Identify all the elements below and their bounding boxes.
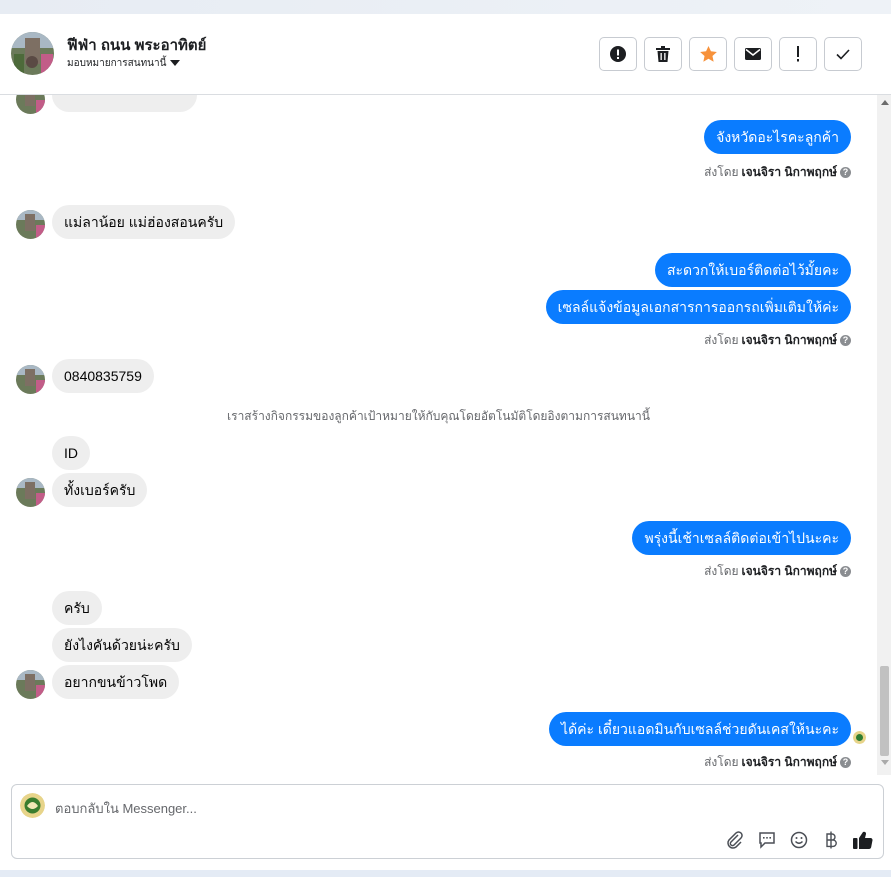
message-outgoing: เซลล์แจ้งข้อมูลเอกสารการออกรถเพิ่มเติมให… <box>545 290 851 324</box>
page-avatar <box>20 793 45 818</box>
top-strip <box>0 0 891 14</box>
sent-by-prefix: ส่งโดย <box>704 755 739 769</box>
sent-by-agent: เจนจิรา นิกาพฤกษ์ <box>741 755 837 769</box>
contact-avatar-small <box>16 478 45 507</box>
info-icon[interactable]: ? <box>840 757 851 768</box>
follow-up-button[interactable] <box>779 37 817 71</box>
payment-button[interactable] <box>821 830 841 850</box>
sent-by-prefix: ส่งโดย <box>704 333 739 347</box>
message-list[interactable]: จังหวัดอะไรคะลูกค้า ส่งโดย เจนจิรา นิกาพ… <box>0 95 877 775</box>
emoji-icon <box>790 831 808 849</box>
thumbs-up-icon <box>853 831 873 849</box>
contact-avatar-small <box>16 210 45 239</box>
contact-avatar-small <box>16 365 45 394</box>
message-incoming: ID <box>52 436 90 470</box>
conversation-toolbar <box>599 37 862 71</box>
paperclip-icon <box>727 831 743 849</box>
message-incoming: ครับ <box>52 591 102 625</box>
scroll-up-arrow-icon[interactable] <box>881 100 889 105</box>
message-incoming: 0840835759 <box>52 359 154 393</box>
sent-by-prefix: ส่งโดย <box>704 564 739 578</box>
report-button[interactable] <box>599 37 637 71</box>
chat-template-icon <box>759 832 775 849</box>
system-note: เราสร้างกิจกรรมของลูกค้าเป้าหมายให้กับคุ… <box>227 409 650 423</box>
sent-by-label: ส่งโดย เจนจิรา นิกาพฤกษ์ ? <box>704 163 851 182</box>
contact-name: ฟีฟ่า ถนน พระอาทิตย์ <box>67 37 207 54</box>
mark-unread-button[interactable] <box>734 37 772 71</box>
message-incoming: ยังไงคันด้วยน่ะครับ <box>52 628 192 662</box>
assign-conversation-label: มอบหมายการสนทนานี้ <box>67 58 167 69</box>
sent-by-agent: เจนจิรา นิกาพฤกษ์ <box>741 165 837 179</box>
trash-icon <box>656 46 670 62</box>
sent-by-label: ส่งโดย เจนจิรา นิกาพฤกษ์ ? <box>704 753 851 772</box>
message-outgoing: จังหวัดอะไรคะลูกค้า <box>704 120 851 154</box>
message-outgoing: สะดวกให้เบอร์ติดต่อไว้มั้ยคะ <box>654 253 851 287</box>
info-icon[interactable]: ? <box>840 167 851 178</box>
composer-tools <box>725 830 873 850</box>
emoji-button[interactable] <box>789 830 809 850</box>
exclamation-icon <box>797 46 799 62</box>
alert-circle-icon <box>610 46 626 62</box>
sent-by-agent: เจนจิรา นิกาพฤกษ์ <box>741 564 837 578</box>
message-incoming: แม่ลาน้อย แม่ฮ่องสอนครับ <box>52 205 236 239</box>
reply-composer <box>11 784 884 859</box>
message-incoming: ทั้งเบอร์ครับ <box>52 473 148 507</box>
message-incoming-cutoff <box>52 95 197 112</box>
bottom-strip <box>0 870 891 877</box>
contact-avatar[interactable] <box>11 32 54 75</box>
baht-icon <box>826 831 837 849</box>
message-outgoing: พรุ่งนี้เช้าเซลล์ติดต่อเข้าไปนะคะ <box>632 521 851 555</box>
reply-input[interactable] <box>55 798 655 818</box>
caret-down-icon <box>170 60 181 66</box>
sent-by-label: ส่งโดย เจนจิรา นิกาพฤกษ์ ? <box>704 562 851 581</box>
sent-by-prefix: ส่งโดย <box>704 165 739 179</box>
conversation-header: ฟีฟ่า ถนน พระอาทิตย์ มอบหมายการสนทนานี้ <box>0 14 891 95</box>
delete-button[interactable] <box>644 37 682 71</box>
contact-avatar-small <box>16 670 45 699</box>
contact-avatar-small <box>16 95 45 114</box>
conversation-panel: ฟีฟ่า ถนน พระอาทิตย์ มอบหมายการสนทนานี้ <box>0 14 891 870</box>
mark-done-button[interactable] <box>824 37 862 71</box>
star-icon <box>699 46 717 62</box>
info-icon[interactable]: ? <box>840 335 851 346</box>
scroll-down-arrow-icon[interactable] <box>881 760 889 765</box>
seen-avatar <box>853 731 866 744</box>
scrollbar-thumb[interactable] <box>880 666 889 756</box>
info-icon[interactable]: ? <box>840 566 851 577</box>
sent-by-agent: เจนจิรา นิกาพฤกษ์ <box>741 333 837 347</box>
assign-conversation-dropdown[interactable]: มอบหมายการสนทนานี้ <box>67 56 181 71</box>
sent-by-label: ส่งโดย เจนจิรา นิกาพฤกษ์ ? <box>704 331 851 350</box>
star-button[interactable] <box>689 37 727 71</box>
like-button[interactable] <box>853 830 873 850</box>
attach-button[interactable] <box>725 830 745 850</box>
envelope-icon <box>745 48 761 60</box>
message-outgoing: ได้ค่ะ เดี๋ยวแอดมินกับเซลล์ช่วยดันเคสให้… <box>549 712 851 746</box>
message-incoming: อยากขนข้าวโพด <box>52 665 180 699</box>
check-icon <box>836 48 850 60</box>
saved-replies-button[interactable] <box>757 830 777 850</box>
